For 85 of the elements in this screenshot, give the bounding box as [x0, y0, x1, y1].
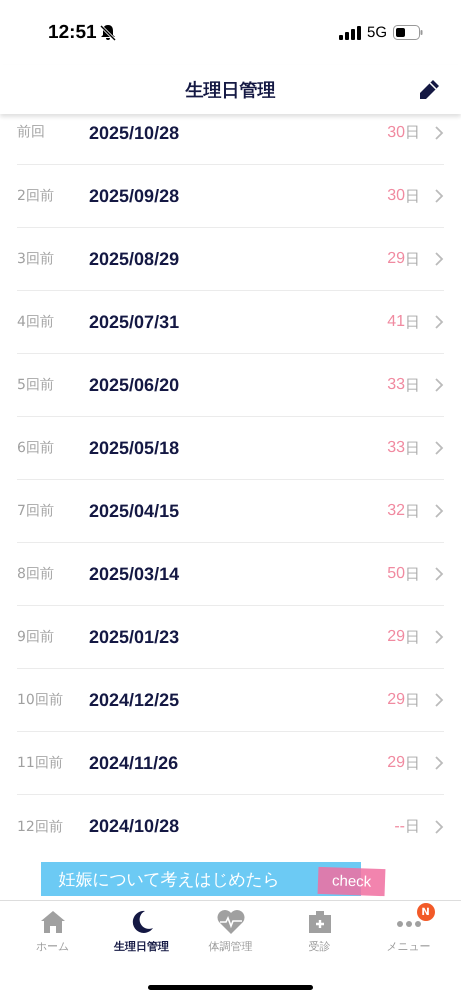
days-unit: 日	[405, 376, 420, 394]
battery-icon	[393, 25, 423, 40]
chevron-right-icon	[434, 820, 444, 834]
chevron-right-icon	[434, 315, 444, 329]
cycle-label: 10回前	[17, 691, 64, 709]
cycle-days: 29	[387, 691, 405, 709]
cycle-days: 32	[387, 502, 405, 520]
period-record-row[interactable]: 8回前 2025/03/14 50日	[17, 543, 444, 606]
days-unit: 日	[405, 817, 420, 836]
cycle-label: 6回前	[17, 439, 55, 457]
chevron-right-icon	[434, 378, 444, 392]
days-unit: 日	[405, 438, 420, 458]
cycle-label: 2回前	[17, 187, 55, 205]
home-icon	[40, 909, 66, 935]
medical-kit-icon	[306, 909, 332, 935]
muted-bell-icon	[100, 24, 116, 41]
cycle-days: 29	[387, 250, 405, 268]
cycle-label: 5回前	[17, 376, 55, 394]
period-date: 2025/06/20	[89, 374, 180, 396]
cycle-days: 30	[387, 124, 405, 142]
period-record-row[interactable]: 12回前 2024/10/28 --日	[17, 795, 444, 858]
chevron-right-icon	[434, 441, 444, 455]
days-unit: 日	[405, 186, 420, 206]
chevron-right-icon	[434, 630, 444, 644]
period-record-row[interactable]: 2回前 2025/09/28 30日	[17, 165, 444, 228]
cycle-days: 50	[387, 565, 405, 583]
clock-time: 12:51	[48, 22, 97, 44]
cycle-label: 3回前	[17, 250, 55, 268]
cycle-days: 33	[387, 376, 405, 394]
pencil-icon[interactable]	[417, 78, 441, 102]
days-unit: 日	[405, 250, 420, 268]
cycle-label: 11回前	[17, 754, 64, 772]
period-date: 2025/05/18	[89, 438, 180, 458]
period-record-row[interactable]: 9回前 2025/01/23 29日	[17, 606, 444, 669]
heartbeat-icon	[216, 909, 246, 935]
chevron-right-icon	[434, 126, 444, 140]
period-date: 2025/07/31	[89, 312, 180, 332]
cycle-label: 9回前	[17, 628, 55, 646]
period-record-row[interactable]: 3回前 2025/08/29 29日	[17, 228, 444, 291]
chevron-right-icon	[434, 504, 444, 518]
period-record-row[interactable]: 6回前 2025/05/18 33日	[17, 417, 444, 480]
chevron-right-icon	[434, 567, 444, 581]
signal-icon	[338, 26, 361, 40]
cycle-days: --	[394, 818, 405, 836]
chevron-right-icon	[434, 693, 444, 707]
tab-item[interactable]: 生理日管理	[97, 901, 186, 1000]
period-record-row[interactable]: 11回前 2024/11/26 29日	[17, 732, 444, 795]
period-date: 2024/11/26	[89, 752, 178, 774]
cycle-label: 4回前	[17, 313, 55, 331]
period-record-row[interactable]: 7回前 2025/04/15 32日	[17, 480, 444, 543]
period-date: 2025/04/15	[89, 500, 180, 522]
screen-title: 生理日管理	[186, 78, 276, 102]
cycle-days: 30	[387, 187, 405, 205]
period-date: 2024/12/25	[89, 690, 180, 710]
period-record-row[interactable]: 4回前 2025/07/31 41日	[17, 291, 444, 354]
period-date: 2025/09/28	[89, 186, 180, 206]
cycle-label: 8回前	[17, 565, 55, 583]
chevron-right-icon	[434, 252, 444, 266]
period-record-row[interactable]: 前回 2025/10/28 30日	[17, 114, 444, 165]
notification-badge: N	[416, 903, 434, 921]
period-date: 2024/10/28	[89, 816, 180, 837]
days-unit: 日	[405, 312, 420, 332]
days-unit: 日	[405, 564, 420, 584]
network-type: 5G	[366, 24, 387, 41]
days-unit: 日	[405, 628, 420, 646]
cycle-label: 12回前	[17, 818, 64, 836]
chevron-right-icon	[434, 189, 444, 203]
days-unit: 日	[405, 690, 420, 710]
chevron-right-icon	[434, 756, 444, 770]
period-date: 2025/10/28	[89, 123, 180, 144]
cycle-days: 33	[387, 439, 405, 457]
cycle-days: 29	[387, 628, 405, 646]
period-record-row[interactable]: 10回前 2024/12/25 29日	[17, 669, 444, 732]
days-unit: 日	[405, 123, 420, 142]
period-record-row[interactable]: 5回前 2025/06/20 33日	[17, 354, 444, 417]
more-icon	[396, 921, 422, 927]
cycle-days: 41	[387, 313, 405, 331]
cycle-days: 29	[387, 754, 405, 772]
days-unit: 日	[405, 754, 420, 772]
period-date: 2025/03/14	[89, 564, 180, 584]
period-date: 2025/08/29	[89, 248, 180, 270]
cycle-label: 前回	[17, 123, 46, 141]
period-date: 2025/01/23	[89, 626, 180, 648]
days-unit: 日	[405, 502, 420, 520]
cycle-label: 7回前	[17, 502, 55, 520]
